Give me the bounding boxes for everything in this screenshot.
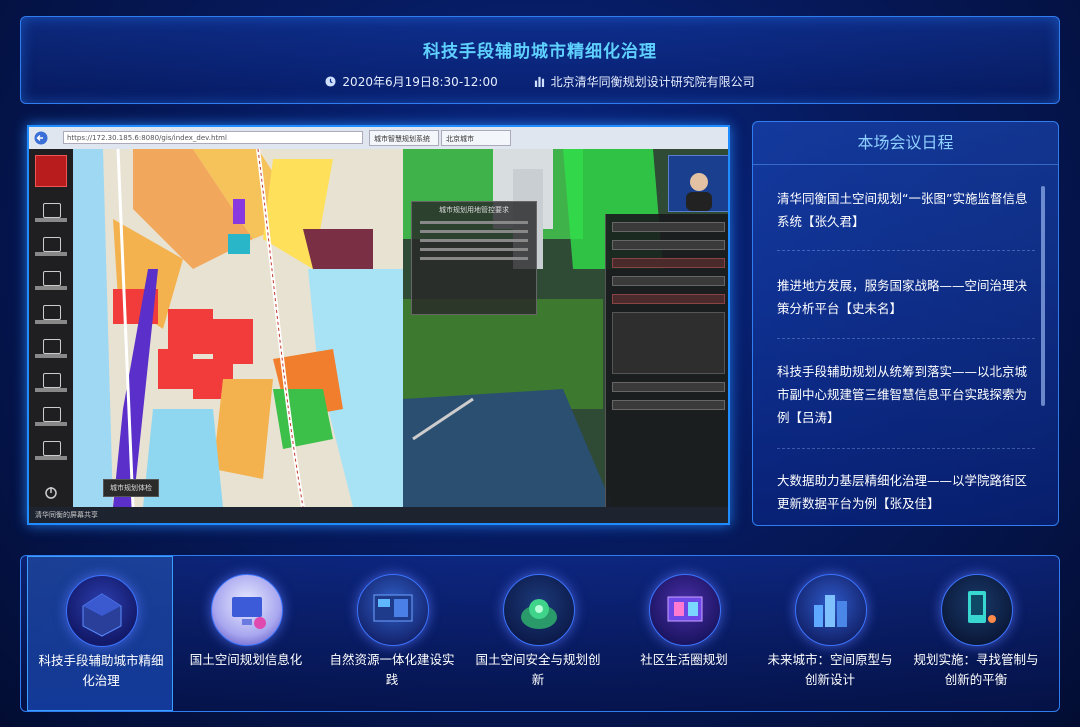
agenda-panel: 本场会议日程 清华同衡国土空间规划“一张图”实施监督信息系统【张久君】 推进地方…	[752, 121, 1059, 526]
overlay-info-panel: 城市规划用地管控要求	[411, 201, 537, 315]
windows-taskbar: 清华同衡的屏幕共享	[29, 507, 728, 523]
sidebar-icon[interactable]	[35, 337, 67, 367]
mobile-planning-icon	[941, 574, 1013, 646]
computer-workstation-icon	[211, 574, 283, 646]
back-arrow-icon[interactable]	[34, 131, 48, 145]
land-use-map	[73, 149, 403, 507]
agenda-item[interactable]: 科技手段辅助规划从统筹到落实——以北京城市副中心规建管三维智慧信息平台实践探索为…	[777, 360, 1035, 429]
meeting-organizer: 北京清华同衡规划设计研究院有限公司	[534, 73, 755, 90]
nav-item-future-city[interactable]: 未来城市：空间原型与创新设计	[757, 556, 903, 711]
nav-item-smart-city[interactable]: 科技手段辅助城市精细化治理	[27, 556, 173, 711]
nav-label: 规划实施：寻找管制与创新的平衡	[913, 652, 1039, 687]
agenda-item[interactable]: 大数据助力基层精细化治理——以学院路街区更新数据平台为例【张及佳】	[777, 469, 1035, 515]
building-icon	[534, 76, 544, 87]
topic-nav: 科技手段辅助城市精细化治理 国土空间规划信息化 自然资源一体化建设实践 国土空间…	[20, 555, 1060, 712]
screen-share-label: 清华同衡的屏幕共享	[35, 511, 98, 519]
data-screen-icon	[357, 574, 429, 646]
page-title: 科技手段辅助城市精细化治理	[423, 42, 657, 62]
earth-globe-icon	[503, 574, 575, 646]
datetime-text: 2020年6月19日8:30-12:00	[342, 75, 498, 89]
agenda-divider	[777, 448, 1035, 450]
browser-toolbar: https://172.30.185.6:8080/gis/index_dev.…	[29, 127, 728, 150]
sidebar-icon[interactable]	[35, 235, 67, 265]
property-panel[interactable]	[605, 214, 728, 507]
header-panel: 科技手段辅助城市精细化治理 2020年6月19日8:30-12:00 北京清华同…	[20, 16, 1060, 104]
community-monitor-icon	[649, 574, 721, 646]
screen-share-video[interactable]: https://172.30.185.6:8080/gis/index_dev.…	[27, 125, 730, 525]
nav-label: 科技手段辅助城市精细化治理	[38, 653, 164, 688]
nav-label: 社区生活圈规划	[640, 652, 728, 667]
presenter-webcam	[668, 155, 728, 212]
nav-item-community-life[interactable]: 社区生活圈规划	[611, 556, 757, 711]
smart-city-cube-icon	[66, 575, 138, 647]
browser-tab[interactable]: 北京城市	[441, 130, 511, 146]
meeting-datetime: 2020年6月19日8:30-12:00	[325, 73, 498, 90]
nav-item-natural-resources[interactable]: 自然资源一体化建设实践	[319, 556, 465, 711]
agenda-scrollbar[interactable]	[1041, 186, 1045, 406]
agenda-title: 本场会议日程	[753, 122, 1058, 165]
sidebar-icon[interactable]	[35, 269, 67, 299]
sidebar-icon[interactable]	[35, 371, 67, 401]
sidebar-icon[interactable]	[35, 439, 67, 469]
organizer-text: 北京清华同衡规划设计研究院有限公司	[550, 75, 755, 89]
nav-item-spatial-informatization[interactable]: 国土空间规划信息化	[173, 556, 319, 711]
nav-label: 未来城市：空间原型与创新设计	[767, 652, 893, 687]
nav-label: 自然资源一体化建设实践	[329, 652, 455, 687]
browser-tab[interactable]: 城市智慧规划系统	[369, 130, 439, 146]
presenter-avatar	[686, 173, 712, 211]
power-icon[interactable]	[44, 485, 58, 499]
app-logo	[35, 155, 67, 187]
sidebar-icon[interactable]	[35, 303, 67, 333]
agenda-divider	[777, 338, 1035, 340]
nav-label: 国土空间规划信息化	[189, 652, 303, 667]
future-city-icon	[795, 574, 867, 646]
map-tag[interactable]: 城市规划体检	[103, 479, 159, 497]
sidebar-icon[interactable]	[35, 201, 67, 231]
meeting-meta: 2020年6月19日8:30-12:00 北京清华同衡规划设计研究院有限公司	[21, 73, 1059, 90]
planning-map-3d[interactable]: 城市规划用地管控要求	[403, 149, 728, 507]
planning-map-2d[interactable]: 城市规划体检	[73, 149, 403, 507]
address-bar[interactable]: https://172.30.185.6:8080/gis/index_dev.…	[63, 131, 363, 144]
nav-item-spatial-security[interactable]: 国土空间安全与规划创新	[465, 556, 611, 711]
nav-label: 国土空间安全与规划创新	[475, 652, 601, 687]
agenda-divider	[777, 250, 1035, 252]
nav-item-planning-implementation[interactable]: 规划实施：寻找管制与创新的平衡	[903, 556, 1049, 711]
overlay-title: 城市规划用地管控要求	[439, 206, 509, 214]
clock-icon	[325, 76, 336, 87]
app-sidebar	[29, 149, 73, 507]
agenda-item[interactable]: 推进地方发展，服务国家战略——空间治理决策分析平台【史未名】	[777, 274, 1035, 320]
sidebar-icon[interactable]	[35, 405, 67, 435]
agenda-item[interactable]: 清华同衡国土空间规划“一张图”实施监督信息系统【张久君】	[777, 187, 1035, 233]
